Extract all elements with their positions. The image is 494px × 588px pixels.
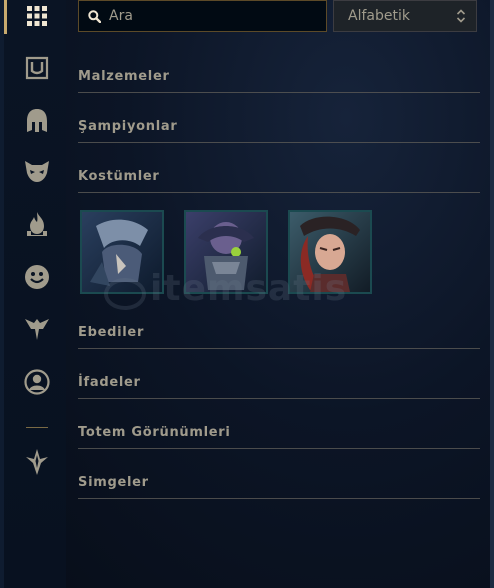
sort-dropdown[interactable]: Alfabetik [333, 0, 477, 32]
section-divider [78, 498, 480, 499]
section-divider [78, 142, 480, 143]
section-totem-gorunumleri[interactable]: Totem Görünümleri [78, 425, 480, 449]
section-divider [78, 398, 480, 399]
section-divider [78, 448, 480, 449]
rail-active-indicator [4, 0, 7, 34]
section-title: Kostümler [78, 169, 160, 184]
section-divider [78, 348, 480, 349]
emote-face-icon[interactable] [22, 262, 52, 292]
section-title: Malzemeler [78, 69, 170, 84]
section-title: Totem Görünümleri [78, 425, 231, 440]
section-simgeler[interactable]: Simgeler [78, 475, 480, 499]
section-ifadeler[interactable]: İfadeler [78, 375, 480, 399]
section-sampiyonlar[interactable]: Şampiyonlar [78, 119, 480, 143]
section-title: Şampiyonlar [78, 119, 178, 134]
search-field[interactable] [78, 0, 327, 32]
section-title: İfadeler [78, 375, 141, 390]
window-edge-right [490, 0, 494, 588]
loot-crest-icon[interactable] [22, 447, 52, 477]
eternal-flame-icon[interactable] [22, 209, 52, 239]
search-input[interactable] [109, 8, 309, 24]
champion-helmet-icon[interactable] [22, 106, 52, 136]
section-title: Ebediler [78, 325, 145, 340]
watermark-logo-icon [104, 278, 146, 310]
skin-mask-icon[interactable] [22, 156, 52, 186]
search-icon [79, 1, 109, 31]
section-divider [78, 92, 480, 93]
totem-ward-icon[interactable] [22, 314, 52, 344]
section-malzemeler[interactable]: Malzemeler [78, 69, 480, 93]
section-divider [78, 192, 480, 193]
watermark-text: itemsatis [150, 268, 348, 309]
summoner-icon-portrait[interactable] [22, 367, 52, 397]
grid-icon[interactable] [22, 1, 52, 31]
section-title: Simgeler [78, 475, 149, 490]
sort-selected-label: Alfabetik [348, 8, 410, 24]
rail-divider [26, 427, 48, 428]
up-down-chevron-icon [456, 8, 466, 28]
section-kostumler[interactable]: Kostümler [78, 169, 480, 193]
item-chest-icon[interactable] [22, 53, 52, 83]
section-ebediler[interactable]: Ebediler [78, 325, 480, 349]
category-rail [4, 0, 66, 588]
